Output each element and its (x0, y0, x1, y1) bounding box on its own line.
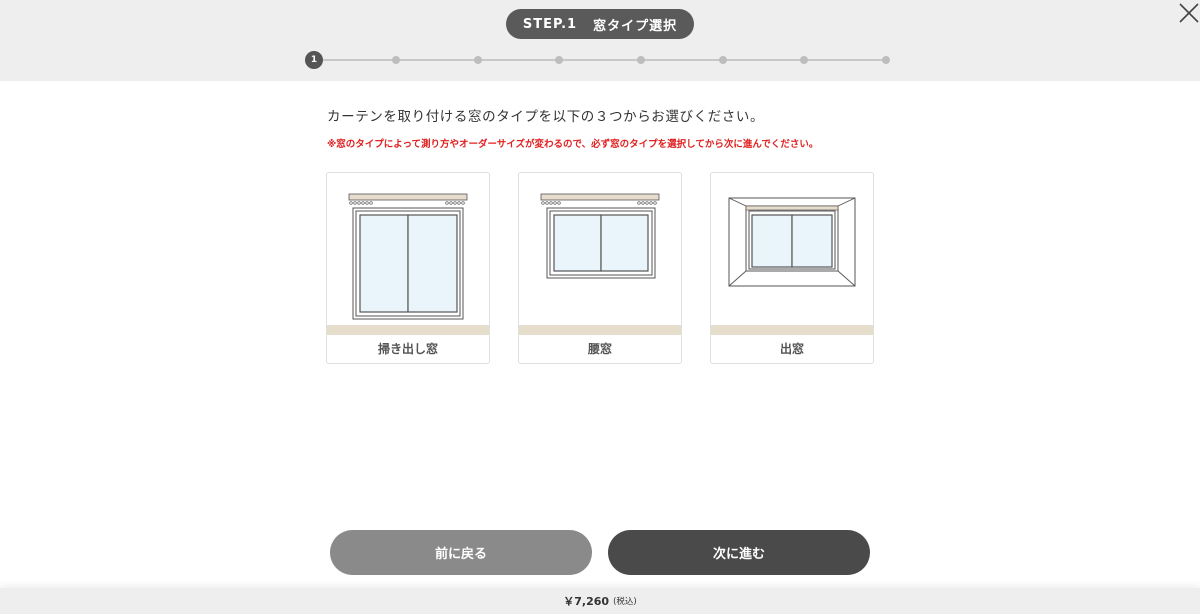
window-type-label: 掃き出し窓 (377, 342, 438, 356)
next-button[interactable]: 次に進む (608, 530, 870, 575)
window-type-card-waist[interactable]: 腰窓 (518, 172, 682, 364)
window-type-label: 出窓 (779, 342, 804, 356)
floor-strip (519, 325, 681, 335)
window-type-card-sliding[interactable]: 掃き出し窓 (326, 172, 490, 364)
bay-window-icon (728, 197, 856, 287)
instruction-text: カーテンを取り付ける窓のタイプを以下の３つからお選びください。 (327, 109, 765, 125)
window-type-card-bay[interactable]: 出窓 (710, 172, 874, 364)
progress-step-3 (474, 56, 482, 64)
progress-step-5 (637, 56, 645, 64)
floor-strip (327, 325, 489, 335)
close-icon (1179, 3, 1199, 23)
waist-window-icon (540, 193, 660, 279)
close-button[interactable] (1178, 2, 1200, 24)
progress-step-6 (719, 56, 727, 64)
progress-step-7 (800, 56, 808, 64)
sliding-door-window-icon (348, 193, 468, 320)
progress-step-4 (555, 56, 563, 64)
price-footer: ￥7,260 (税込) (0, 588, 1200, 614)
step-title: 窓タイプ選択 (593, 18, 678, 34)
progress-step-8 (882, 56, 890, 64)
floor-strip (711, 325, 873, 335)
step-indicator: STEP.1 窓タイプ選択 (506, 9, 694, 39)
total-price: ￥7,260 (563, 595, 610, 608)
warning-text: ※窓のタイプによって測り方やオーダーサイズが変わるので、必ず窓のタイプを選択して… (327, 139, 819, 150)
progress-step-2 (392, 56, 400, 64)
tax-note: (税込) (613, 597, 637, 607)
progress-bar: 1 (305, 51, 890, 69)
step-label: STEP.1 (522, 16, 578, 32)
back-button[interactable]: 前に戻る (330, 530, 592, 575)
progress-step-current: 1 (305, 51, 323, 69)
window-type-label: 腰窓 (587, 342, 612, 356)
